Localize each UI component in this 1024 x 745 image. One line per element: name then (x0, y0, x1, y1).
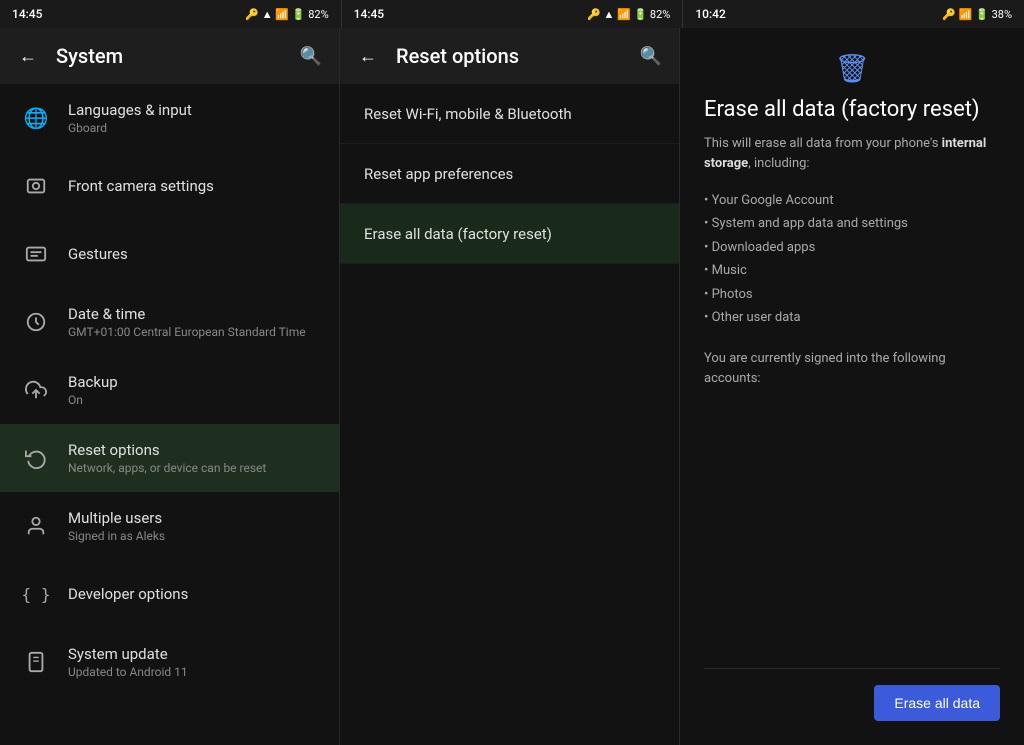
back-button-panel2[interactable]: ← (356, 44, 380, 68)
erase-title: Erase all data (factory reset) (704, 97, 1000, 122)
system-update-title: System update (68, 645, 323, 663)
multiple-users-subtitle: Signed in as Aleks (68, 529, 323, 543)
status-bar-2: 14:45 🔑 ▲ 📶 🔋 82% (342, 0, 684, 28)
reset-options-subtitle: Network, apps, or device can be reset (68, 461, 323, 475)
reset-options-icon (16, 438, 56, 478)
erase-all-data-option[interactable]: Erase all data (factory reset) (340, 204, 679, 264)
developer-options-item[interactable]: { } Developer options (0, 560, 339, 628)
erase-list-item-4: • Music (704, 259, 1000, 282)
status-bar-1: 14:45 🔑 ▲ 📶 🔋 82% (0, 0, 342, 28)
backup-item[interactable]: Backup On (0, 356, 339, 424)
system-update-subtitle: Updated to Android 11 (68, 665, 323, 679)
erase-list-item-1: • Your Google Account (704, 189, 1000, 212)
front-camera-title: Front camera settings (68, 177, 323, 195)
reset-options-item[interactable]: Reset options Network, apps, or device c… (0, 424, 339, 492)
front-camera-item[interactable]: Front camera settings (0, 152, 339, 220)
erase-description: This will erase all data from your phone… (704, 134, 1000, 173)
system-panel-header: ← System 🔍 (0, 28, 339, 84)
status-icons-1: 🔑 ▲ 📶 🔋 82% (245, 8, 328, 21)
backup-title: Backup (68, 373, 323, 391)
system-update-icon (16, 642, 56, 682)
reset-wifi-label: Reset Wi-Fi, mobile & Bluetooth (364, 105, 572, 123)
developer-options-icon: { } (16, 574, 56, 614)
erase-detail-panel: 🗑 Erase all data (factory reset) This wi… (680, 28, 1024, 745)
status-bar-3: 10:42 🔑 📶 🔋 38% (683, 0, 1024, 28)
backup-subtitle: On (68, 393, 323, 407)
trash-icon: 🗑 (834, 52, 870, 85)
erase-accounts-text: You are currently signed into the follow… (704, 349, 1000, 388)
reset-options-header: ← Reset options 🔍 (340, 28, 679, 84)
status-time-1: 14:45 (12, 7, 42, 21)
system-update-item[interactable]: System update Updated to Android 11 (0, 628, 339, 696)
erase-description-end: , including: (748, 156, 809, 171)
search-button-panel1[interactable]: 🔍 (299, 44, 323, 68)
erase-content: 🗑 Erase all data (factory reset) This wi… (680, 28, 1024, 745)
erase-list-item-3: • Downloaded apps (704, 236, 1000, 259)
search-button-panel2[interactable]: 🔍 (639, 44, 663, 68)
erase-all-data-label: Erase all data (factory reset) (364, 225, 552, 243)
multiple-users-item[interactable]: Multiple users Signed in as Aleks (0, 492, 339, 560)
reset-options-title: Reset options (68, 441, 323, 459)
status-time-3: 10:42 (695, 7, 725, 21)
date-time-subtitle: GMT+01:00 Central European Standard Time (68, 325, 323, 339)
date-time-icon (16, 302, 56, 342)
languages-title: Languages & input (68, 101, 323, 119)
gestures-icon (16, 234, 56, 274)
erase-description-start: This will erase all data from your phone… (704, 136, 942, 151)
multiple-users-title: Multiple users (68, 509, 323, 527)
status-icons-3: 🔑 📶 🔋 38% (942, 8, 1012, 21)
multiple-users-icon (16, 506, 56, 546)
status-time-2: 14:45 (354, 7, 384, 21)
languages-icon: 🌐 (16, 98, 56, 138)
back-button-panel1[interactable]: ← (16, 44, 40, 68)
erase-list-item-6: • Other user data (704, 306, 1000, 329)
erase-list-item-5: • Photos (704, 283, 1000, 306)
backup-icon (16, 370, 56, 410)
gestures-title: Gestures (68, 245, 323, 263)
languages-subtitle: Gboard (68, 121, 323, 135)
reset-options-panel-title: Reset options (396, 44, 639, 68)
status-icons-2: 🔑 ▲ 📶 🔋 82% (587, 8, 670, 21)
reset-app-preferences-option[interactable]: Reset app preferences (340, 144, 679, 204)
front-camera-icon (16, 166, 56, 206)
date-time-item[interactable]: Date & time GMT+01:00 Central European S… (0, 288, 339, 356)
reset-app-prefs-label: Reset app preferences (364, 165, 513, 183)
erase-bottom-bar: Erase all data (704, 668, 1000, 721)
system-panel: ← System 🔍 🌐 Languages & input Gboard Fr… (0, 28, 340, 745)
system-title: System (56, 44, 299, 68)
erase-all-data-button[interactable]: Erase all data (874, 685, 1000, 721)
gestures-item[interactable]: Gestures (0, 220, 339, 288)
erase-list-item-2: • System and app data and settings (704, 212, 1000, 235)
reset-options-panel: ← Reset options 🔍 Reset Wi-Fi, mobile & … (340, 28, 680, 745)
reset-wifi-option[interactable]: Reset Wi-Fi, mobile & Bluetooth (340, 84, 679, 144)
date-time-title: Date & time (68, 305, 323, 323)
developer-options-title: Developer options (68, 585, 323, 603)
erase-list: • Your Google Account • System and app d… (704, 189, 1000, 329)
languages-input-item[interactable]: 🌐 Languages & input Gboard (0, 84, 339, 152)
